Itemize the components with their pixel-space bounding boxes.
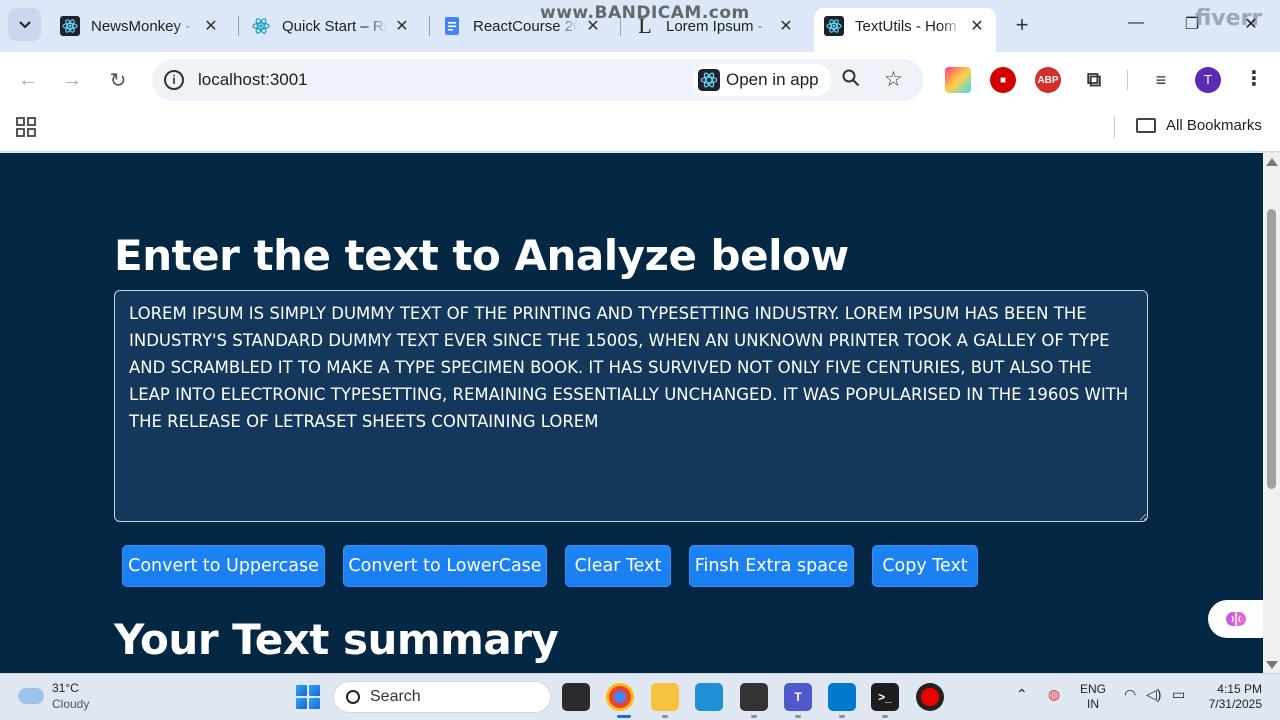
google-docs-icon <box>442 16 462 36</box>
clear-text-button[interactable]: Clear Text <box>565 545 671 587</box>
page-content: Enter the text to Analyze below LOREM IP… <box>0 153 1263 673</box>
minimize-icon[interactable]: — <box>1124 14 1148 38</box>
apps-grid-icon[interactable] <box>16 117 36 137</box>
close-window-icon[interactable]: ✕ <box>1239 14 1263 38</box>
url-text[interactable]: localhost:3001 <box>198 70 308 90</box>
zoom-icon[interactable] <box>842 69 860 92</box>
teams-icon[interactable]: T <box>784 683 812 711</box>
browser-toolbar: ← → ↻ i localhost:3001 Open in app ☆ ■ A… <box>0 52 1280 108</box>
copy-text-button[interactable]: Copy Text <box>872 545 978 587</box>
page-scrollbar[interactable] <box>1263 153 1280 673</box>
extension-colorful-icon[interactable] <box>945 67 971 93</box>
react-icon <box>251 16 271 36</box>
bookmarks-bar: All Bookmarks <box>0 108 1280 152</box>
date-text: 7/31/2025 <box>1208 697 1262 711</box>
forward-icon[interactable]: → <box>58 66 86 94</box>
tab-strip: NewsMonkey - ✕ Quick Start – Re ✕ ReactC… <box>0 0 1280 52</box>
react-icon <box>60 16 80 36</box>
scroll-down-arrow-icon[interactable] <box>1266 661 1278 669</box>
folder-icon <box>1136 118 1156 133</box>
windows-taskbar: 31°C Cloudy Search T >_ ⌃ ◍ ENG IN ◠ ◁) … <box>0 673 1280 720</box>
reload-icon[interactable]: ↻ <box>104 66 132 94</box>
tab-title: NewsMonkey - <box>91 17 191 35</box>
battery-icon[interactable]: ▭ <box>1172 687 1185 702</box>
remote-desktop-icon[interactable] <box>695 683 723 711</box>
brain-icon <box>1226 612 1246 626</box>
taskbar-search-box[interactable]: Search <box>333 681 551 713</box>
new-tab-button[interactable]: + <box>1010 14 1034 38</box>
terminal-icon[interactable]: >_ <box>871 683 899 711</box>
vscode-icon[interactable] <box>828 683 856 711</box>
tab-search-button[interactable] <box>8 8 41 41</box>
volume-icon[interactable]: ◁) <box>1146 687 1161 702</box>
bookmarks-separator <box>1114 116 1115 138</box>
cloud-icon <box>18 688 44 704</box>
sidebar-assistant-button[interactable] <box>1208 600 1263 638</box>
text-input-area[interactable]: LOREM IPSUM IS SIMPLY DUMMY TEXT OF THE … <box>114 290 1148 522</box>
app-indicator <box>795 715 801 718</box>
app-indicator <box>751 715 757 718</box>
react-icon <box>698 69 720 91</box>
adblock-plus-icon[interactable]: ABP <box>1035 67 1061 93</box>
tab-quick-start[interactable]: Quick Start – Re ✕ <box>241 8 421 44</box>
convert-uppercase-button[interactable]: Convert to Uppercase <box>122 545 325 587</box>
convert-lowercase-button[interactable]: Convert to LowerCase <box>343 545 547 587</box>
clock[interactable]: 4:15 PM 7/31/2025 <box>1204 682 1262 712</box>
search-icon <box>346 690 360 704</box>
search-placeholder: Search <box>370 688 421 705</box>
tab-newsmonkey[interactable]: NewsMonkey - ✕ <box>50 8 230 44</box>
chevron-down-icon <box>18 20 31 28</box>
scroll-up-arrow-icon[interactable] <box>1266 158 1278 166</box>
bandicam-record-icon[interactable] <box>916 683 944 711</box>
clipboard-app-icon[interactable] <box>740 683 768 711</box>
profile-avatar[interactable]: T <box>1195 67 1221 93</box>
tab-separator <box>429 16 430 36</box>
tab-separator <box>238 16 239 36</box>
wifi-icon[interactable]: ◠ <box>1124 687 1136 702</box>
region-code: IN <box>1087 697 1099 711</box>
remove-extra-space-button[interactable]: Finsh Extra space <box>689 545 854 587</box>
weather-temperature: 31°C <box>52 681 79 695</box>
react-icon <box>824 16 844 36</box>
tray-expand-icon[interactable]: ⌃ <box>1016 687 1028 702</box>
close-icon[interactable]: ✕ <box>202 17 220 35</box>
address-bar[interactable]: i localhost:3001 Open in app ☆ <box>152 59 924 101</box>
language-code: ENG <box>1080 682 1107 696</box>
recorder-watermark: www.BANDICAM.com <box>540 3 750 23</box>
bookmark-star-icon[interactable]: ☆ <box>884 67 903 92</box>
active-app-indicator <box>617 715 631 718</box>
weather-description: Cloudy <box>52 697 90 711</box>
task-view-icon[interactable] <box>562 683 590 711</box>
chrome-icon[interactable] <box>606 683 634 711</box>
language-indicator[interactable]: ENG IN <box>1080 682 1106 712</box>
app-indicator <box>882 715 888 718</box>
menu-icon[interactable]: ⋮ <box>1244 66 1264 91</box>
tab-title: Quick Start – Re <box>282 17 387 35</box>
extensions-puzzle-icon[interactable]: ⧉ <box>1081 67 1107 93</box>
back-icon[interactable]: ← <box>14 66 42 94</box>
site-info-icon[interactable]: i <box>164 70 184 90</box>
open-in-app-button[interactable]: Open in app <box>692 64 831 96</box>
weather-widget[interactable]: 31°C Cloudy <box>18 680 89 712</box>
toolbar-separator <box>1127 70 1128 90</box>
open-in-app-label: Open in app <box>726 70 819 89</box>
close-icon[interactable]: ✕ <box>777 17 795 35</box>
close-icon[interactable]: ✕ <box>968 17 986 35</box>
page-title: Enter the text to Analyze below <box>114 231 849 280</box>
scroll-thumb[interactable] <box>1267 209 1276 489</box>
ublock-icon[interactable]: ■ <box>990 67 1016 93</box>
time-text: 4:15 PM <box>1217 682 1262 696</box>
summary-heading: Your Text summary <box>114 615 559 664</box>
all-bookmarks-label: All Bookmarks <box>1166 117 1262 134</box>
tray-app-icon[interactable]: ◍ <box>1048 687 1060 702</box>
tab-textutils[interactable]: TextUtils - Hom ✕ <box>814 8 996 52</box>
all-bookmarks-button[interactable]: All Bookmarks <box>1136 117 1262 134</box>
close-icon[interactable]: ✕ <box>393 17 411 35</box>
file-explorer-icon[interactable] <box>651 683 679 711</box>
tab-title: TextUtils - Hom <box>855 17 957 35</box>
windows-start-icon[interactable] <box>296 685 320 709</box>
app-indicator <box>839 715 845 718</box>
app-indicator <box>662 715 668 718</box>
media-control-icon[interactable]: ≡ <box>1148 67 1174 93</box>
